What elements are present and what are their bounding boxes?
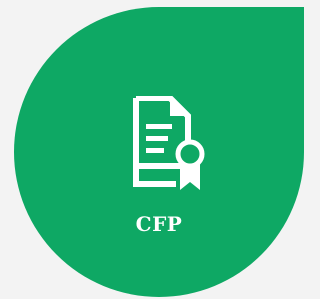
cfp-card[interactable]: CFP [14, 7, 304, 297]
page-canvas: CFP [0, 0, 305, 299]
certificate-document-icon [133, 96, 205, 190]
card-label: CFP [135, 212, 183, 236]
